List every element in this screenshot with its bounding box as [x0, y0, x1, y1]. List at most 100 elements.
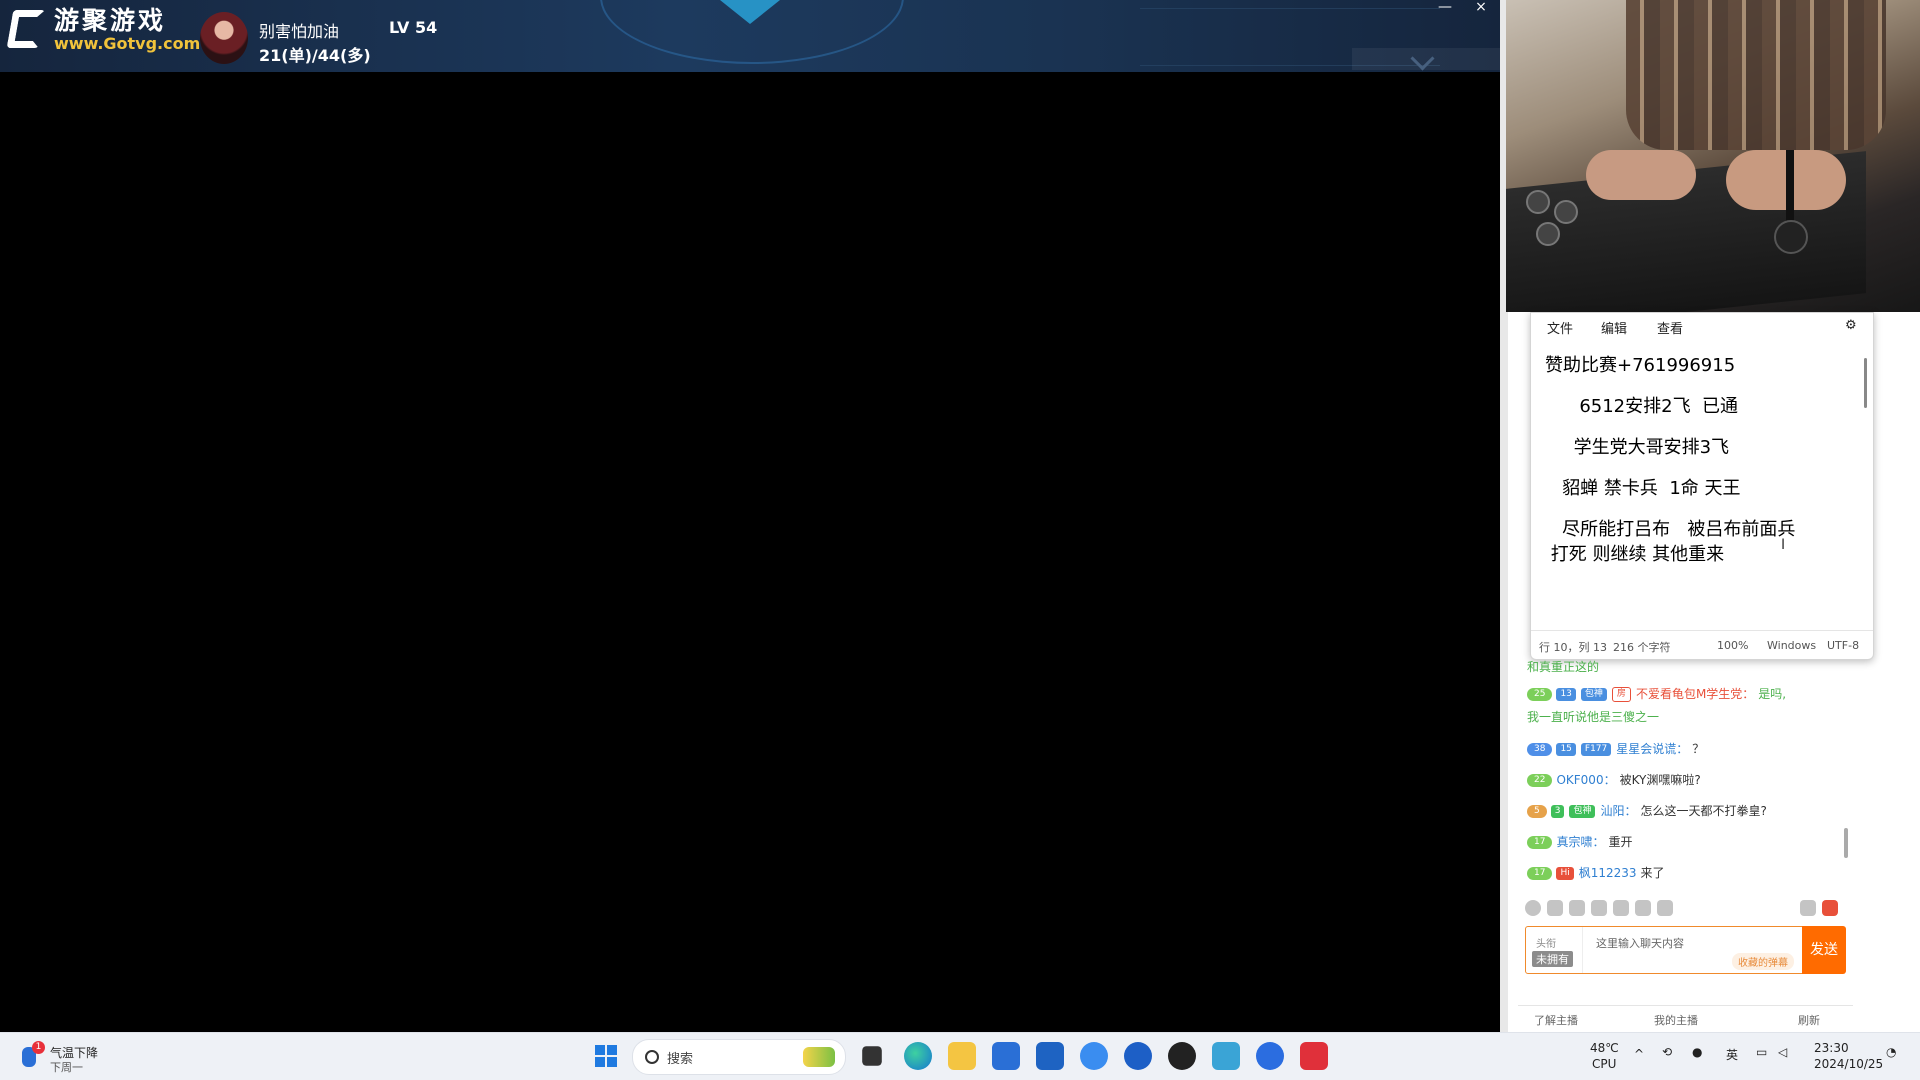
user-level-badge: 17 [1527, 867, 1553, 880]
notepad-window: 文件 编辑 查看 ⚙ 赞助比赛+761996915 6512安排2飞 已通 学生… [1530, 312, 1874, 660]
status-position: 行 10，列 13 [1539, 641, 1607, 654]
chat-partial-line: 和真重正这的 [1527, 660, 1600, 674]
clock-time[interactable]: 23:30 [1814, 1041, 1849, 1055]
chat-username[interactable]: 汕阳： [1600, 804, 1636, 818]
title-selector[interactable]: 头衔 未拥有 [1526, 927, 1583, 973]
chevron-up-icon[interactable]: ^ [1634, 1047, 1644, 1061]
tab-about-streamer[interactable]: 了解主播 [1534, 1012, 1578, 1028]
notepad-statusbar: 行 10，列 13 216 个字符 100% Windows UTF-8 [1531, 630, 1873, 659]
chat-input-box[interactable]: 头衔 未拥有 这里输入聊天内容 收藏的弹幕 [1525, 926, 1827, 974]
logo-title: 游聚游戏 [54, 6, 167, 35]
taskbar-search[interactable]: 搜索 [632, 1039, 846, 1075]
chat-text: ？ [1692, 742, 1705, 756]
notepad-icon[interactable] [1212, 1042, 1240, 1070]
edge-browser-icon[interactable] [904, 1042, 932, 1070]
minimize-button[interactable]: — [1430, 0, 1460, 16]
template-icon[interactable] [1635, 900, 1651, 916]
feishu-icon[interactable] [1124, 1042, 1152, 1070]
chat-message: 38 15 F177 星星会说谎： ？ [1527, 740, 1704, 757]
title-label: 头衔 [1536, 939, 1556, 950]
status-eol: Windows [1767, 639, 1817, 652]
emoji-icon[interactable] [1525, 900, 1541, 916]
fan-level-badge: 15 [1556, 743, 1576, 756]
browser-icon[interactable] [1256, 1042, 1284, 1070]
sync-icon[interactable]: ⟲ [1662, 1045, 1672, 1059]
chat-text: 被KY渊嘿嘛啦? [1619, 773, 1701, 787]
network-icon[interactable]: ▭ [1756, 1045, 1767, 1059]
player-record: 21(单)/44(多) [259, 46, 371, 65]
chat-username[interactable]: 星星会说谎： [1616, 742, 1688, 756]
menu-edit[interactable]: 编辑 [1601, 318, 1627, 337]
start-button[interactable] [592, 1042, 620, 1070]
fan-level-badge: 3 [1550, 805, 1565, 818]
settings-gear-icon[interactable]: ⚙ [1845, 318, 1861, 334]
kugou-icon[interactable] [1080, 1042, 1108, 1070]
gift-icon[interactable] [1822, 900, 1838, 916]
expand-toggle-button[interactable] [1352, 46, 1500, 71]
chat-scrollbar[interactable] [1844, 828, 1848, 858]
refresh-button[interactable]: 刷新 [1798, 1012, 1820, 1028]
fan-name-badge: F177 [1580, 743, 1612, 756]
close-button[interactable]: × [1466, 0, 1496, 16]
mail-icon[interactable] [1036, 1042, 1064, 1070]
menu-file[interactable]: 文件 [1547, 318, 1573, 337]
send-button[interactable]: 发送 [1802, 926, 1846, 974]
chevron-down-icon [1410, 46, 1435, 71]
volume-icon[interactable]: ◁ [1778, 1045, 1787, 1059]
megaphone-icon[interactable] [1547, 900, 1563, 916]
webcam-feed [1506, 0, 1920, 312]
chat-text: 重开 [1608, 835, 1633, 849]
title-badge: 未拥有 [1532, 951, 1573, 967]
note-line: 打死 则继续 其他重来 [1545, 544, 1725, 565]
chat-username[interactable]: 真宗啸： [1556, 835, 1604, 849]
search-highlight-icon [803, 1047, 835, 1067]
gotvg-logo-icon [6, 10, 46, 50]
chat-username[interactable]: 不爱看龟包M学生党： [1636, 687, 1754, 701]
ime-indicator[interactable]: 英 [1726, 1046, 1738, 1063]
clock-date[interactable]: 2024/10/25 [1814, 1057, 1883, 1071]
tab-my-streamer[interactable]: 我的主播 [1654, 1012, 1698, 1028]
file-explorer-icon[interactable] [948, 1042, 976, 1070]
weather-widget[interactable]: 1 气温下降 下周一 [22, 1041, 122, 1074]
fan-name-badge: 包神 [1569, 805, 1596, 818]
filter-icon[interactable] [1800, 900, 1816, 916]
obs-icon[interactable] [1168, 1042, 1196, 1070]
player-avatar[interactable] [200, 12, 248, 64]
store-icon[interactable] [992, 1042, 1020, 1070]
chat-message: 17 真宗啸： 重开 [1527, 833, 1632, 850]
task-view-icon[interactable] [862, 1046, 882, 1066]
chat-username[interactable]: OKF000： [1556, 773, 1615, 787]
windows-taskbar: 1 气温下降 下周一 搜索 48℃ CPU ^ ⟲ ● 英 ▭ ◁ 23:30 [0, 1032, 1920, 1080]
hi-badge: Hi [1556, 867, 1574, 880]
more-icon[interactable] [1657, 900, 1673, 916]
notepad-scrollbar[interactable] [1864, 358, 1867, 408]
bottom-tabs: 了解主播 我的主播 刷新 [1518, 1005, 1853, 1034]
weather-line2: 下周一 [50, 1061, 83, 1074]
chat-username[interactable]: 枫112233 [1579, 866, 1637, 880]
chat-message: 17 Hi 枫112233 来了 [1527, 864, 1665, 881]
cpu-temp: 48℃ [1590, 1041, 1619, 1055]
gotvg-app-icon[interactable] [1300, 1042, 1328, 1070]
user-level-badge: 5 [1527, 805, 1547, 818]
note-line: 6512安排2飞 已通 [1545, 396, 1739, 417]
user-level-badge: 22 [1527, 774, 1553, 787]
chat-text-continued: 我一直听说他是三傻之一 [1527, 710, 1660, 724]
fans-icon[interactable] [1591, 900, 1607, 916]
player-name: 别害怕加油 [259, 22, 340, 41]
barrage-icon[interactable] [1613, 900, 1629, 916]
weather-badge: 1 [32, 1041, 45, 1054]
microphone-icon[interactable]: ● [1692, 1045, 1702, 1059]
notepad-menubar: 文件 编辑 查看 ⚙ [1531, 313, 1873, 339]
notification-bell-icon[interactable]: ◔ [1886, 1045, 1896, 1059]
chat-list: 和真重正这的 25 13 包神房不爱看龟包M学生党： 是吗, 我一直听说他是三傻之一 … [1527, 658, 1872, 890]
search-icon [645, 1050, 659, 1064]
fan-name-badge: 包神 [1580, 688, 1607, 701]
menu-view[interactable]: 查看 [1657, 318, 1683, 337]
note-line: 尽所能打吕布 被吕布前面兵 [1545, 519, 1796, 540]
favorite-barrage-button[interactable]: 收藏的弹幕 [1732, 953, 1794, 970]
badge-icon[interactable] [1569, 900, 1585, 916]
chat-text: 怎么这一天都不打拳皇? [1640, 804, 1767, 818]
notepad-text-area[interactable]: 赞助比赛+761996915 6512安排2飞 已通 学生党大哥安排3飞 貂蝉 … [1545, 353, 1845, 593]
chat-input-placeholder[interactable]: 这里输入聊天内容 [1596, 935, 1684, 951]
fan-level-badge: 13 [1556, 688, 1576, 701]
